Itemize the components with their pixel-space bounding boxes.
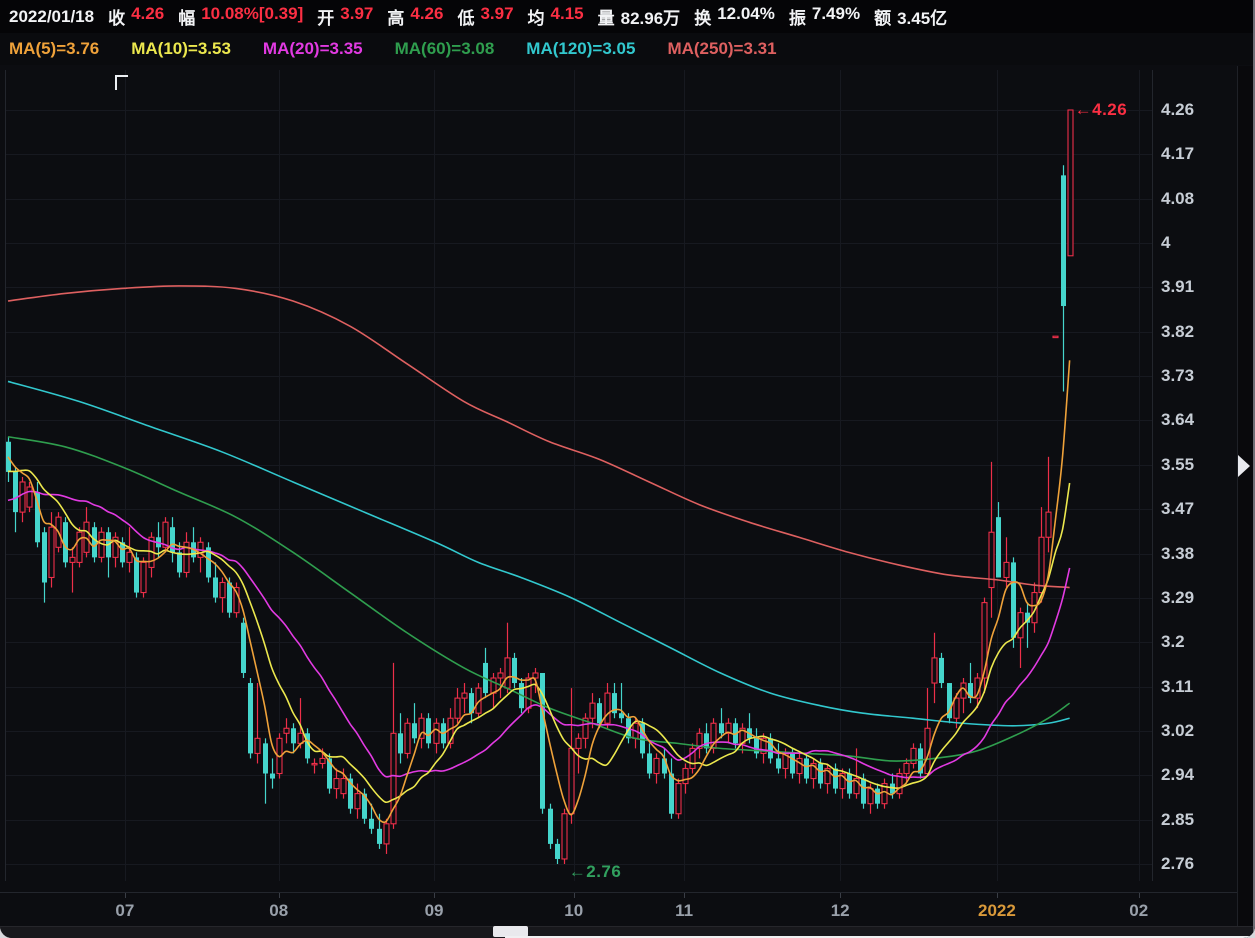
stock-chart-window: 2022/01/18 收 4.26 幅 10.08%[0.39] 开 3.97 高 4.26 低… — [0, 0, 1255, 938]
candlestick-chart[interactable] — [0, 0, 1255, 938]
expand-right-panel-button[interactable] — [1238, 455, 1250, 477]
axis-divider — [1237, 66, 1238, 927]
